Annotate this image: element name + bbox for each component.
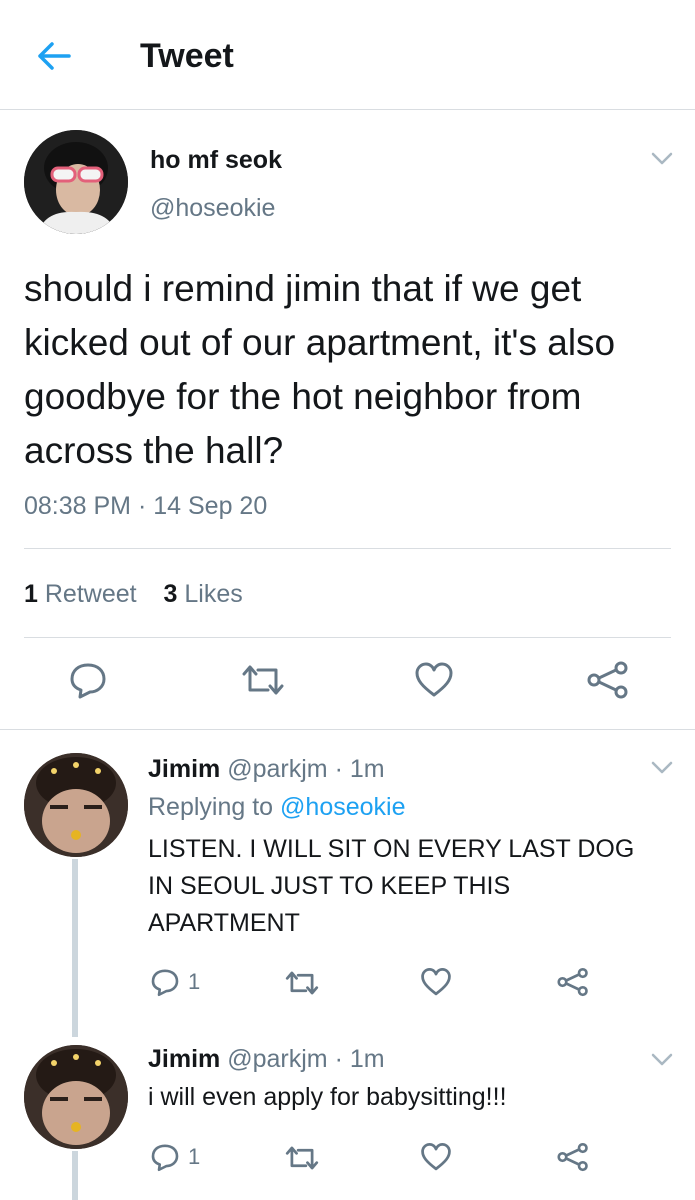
- thread-line: [72, 1151, 78, 1200]
- retweet-icon: [285, 1146, 319, 1170]
- reply-tweet[interactable]: Jimim @parkjm · 1m i will even apply for…: [0, 1031, 695, 1200]
- avatar[interactable]: [24, 1045, 128, 1149]
- reply-display-name[interactable]: Jimim: [148, 1045, 220, 1073]
- reply-button[interactable]: [66, 658, 110, 702]
- like-label: Likes: [184, 580, 243, 608]
- thread-line: [72, 859, 78, 1037]
- tweet-timestamp: 08:38 PM · 14 Sep 20: [24, 492, 267, 521]
- chevron-down-icon[interactable]: [650, 755, 674, 779]
- divider: [24, 637, 671, 638]
- retweet-count: 1: [24, 580, 38, 608]
- reply-header: Jimim @parkjm · 1m: [148, 755, 385, 783]
- tweet-time: 08:38 PM: [24, 492, 132, 520]
- like-button[interactable]: [420, 967, 452, 997]
- divider: [24, 548, 671, 549]
- retweet-button[interactable]: [238, 658, 288, 702]
- reply-display-name[interactable]: Jimim: [148, 755, 220, 783]
- reply-icon: [151, 969, 179, 997]
- share-icon: [557, 1142, 588, 1172]
- reply-button[interactable]: 1: [150, 1142, 200, 1172]
- like-button[interactable]: [412, 658, 456, 702]
- avatar[interactable]: [24, 753, 128, 857]
- share-button[interactable]: [556, 1142, 590, 1172]
- main-tweet: ho mf seok @hoseokie should i remind jim…: [0, 110, 695, 730]
- timestamp-separator: ·: [131, 492, 154, 520]
- like-button[interactable]: [420, 1142, 452, 1172]
- tweet-stats: 1 Retweet 3 Likes: [24, 580, 263, 609]
- tweet-actions: [0, 650, 695, 710]
- retweets-stat[interactable]: 1 Retweet: [24, 580, 137, 608]
- replying-to: Replying to @hoseokie: [148, 793, 405, 822]
- like-icon: [421, 1142, 451, 1171]
- like-count: 3: [163, 580, 178, 608]
- display-name[interactable]: ho mf seok: [150, 146, 282, 175]
- reply-text: LISTEN. I WILL SIT ON EVERY LAST DOG IN …: [148, 835, 635, 937]
- reply-icon: [70, 663, 106, 699]
- replying-prefix: Replying to: [148, 793, 281, 821]
- back-button[interactable]: [34, 36, 74, 76]
- retweet-icon: [242, 665, 284, 695]
- reply-handle[interactable]: @parkjm: [227, 755, 327, 783]
- retweet-button[interactable]: [284, 1144, 320, 1172]
- chevron-down-icon[interactable]: [650, 146, 674, 170]
- reply-icon: [151, 1144, 179, 1172]
- retweet-label: Retweet: [44, 580, 137, 608]
- top-bar: Tweet: [0, 0, 695, 110]
- replying-to-link[interactable]: @hoseokie: [280, 793, 405, 821]
- likes-stat[interactable]: 3 Likes: [164, 580, 243, 608]
- reply-time: 1m: [349, 755, 385, 783]
- share-icon: [557, 967, 588, 997]
- avatar[interactable]: [24, 130, 128, 234]
- reply-text: i will even apply for babysitting!!!: [148, 1083, 507, 1111]
- like-icon: [415, 662, 453, 697]
- tweet-date: 14 Sep 20: [153, 492, 268, 520]
- share-icon: [587, 661, 628, 699]
- reply-handle[interactable]: @parkjm: [227, 1045, 327, 1073]
- like-icon: [421, 967, 451, 996]
- reply-count: 1: [188, 969, 201, 994]
- reply-tweet[interactable]: Jimim @parkjm · 1m Replying to @hoseokie…: [0, 731, 695, 1037]
- user-handle[interactable]: @hoseokie: [150, 194, 275, 223]
- reply-button[interactable]: 1: [150, 967, 200, 997]
- arrow-left-icon: [38, 42, 71, 70]
- tweet-text: should i remind jimin that if we get kic…: [24, 268, 616, 471]
- reply-count: 1: [188, 1144, 201, 1169]
- retweet-icon: [285, 971, 319, 995]
- chevron-down-icon[interactable]: [650, 1047, 674, 1071]
- retweet-button[interactable]: [284, 969, 320, 997]
- reply-header: Jimim @parkjm · 1m: [148, 1045, 385, 1073]
- share-button[interactable]: [584, 658, 632, 702]
- page-title: Tweet: [140, 37, 234, 75]
- reply-time: 1m: [349, 1045, 385, 1073]
- share-button[interactable]: [556, 967, 590, 997]
